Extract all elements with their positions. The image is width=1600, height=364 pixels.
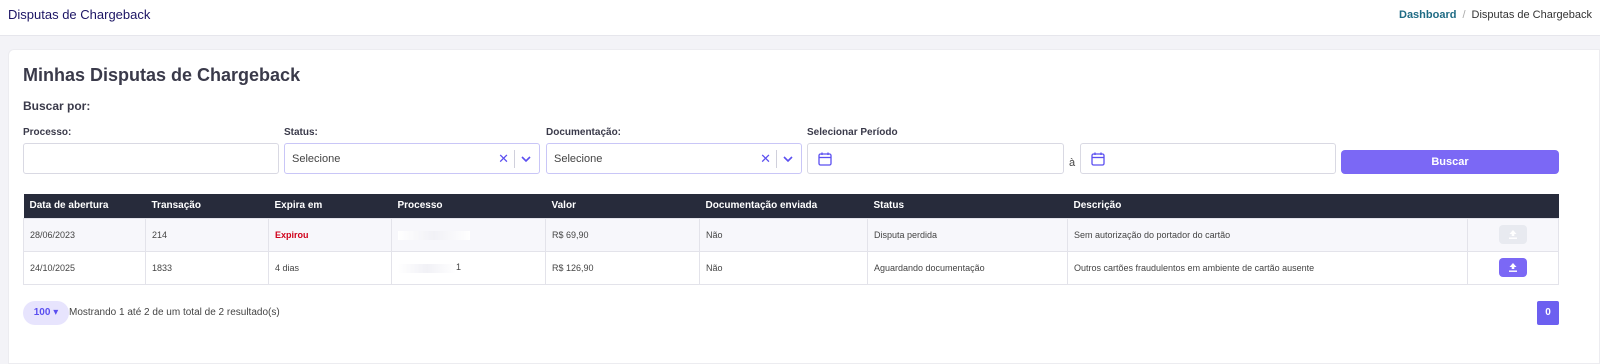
upload-icon [1509, 263, 1517, 272]
search-button[interactable]: Buscar [1341, 150, 1559, 174]
page-heading: Disputas de Chargeback [8, 7, 151, 22]
cell-descricao: Sem autorização do portador do cartão [1067, 217, 1468, 252]
status-chevron-down-icon[interactable] [519, 152, 533, 166]
upload-button-disabled [1499, 225, 1527, 244]
page-number-button[interactable]: 0 [1537, 301, 1559, 325]
cell-doc: Não [699, 250, 868, 285]
col-processo[interactable]: Processo [391, 194, 546, 218]
col-descricao[interactable]: Descrição [1067, 194, 1468, 218]
documentacao-divider [776, 150, 777, 168]
cell-data: 28/06/2023 [23, 217, 146, 252]
cell-expira: 4 dias [268, 250, 392, 285]
status-divider [514, 150, 515, 168]
status-clear-icon[interactable]: ✕ [498, 151, 509, 167]
processo-label: Processo: [23, 127, 72, 138]
redacted-process [398, 230, 470, 240]
cell-processo [391, 217, 546, 252]
status-select-value: Selecione [292, 153, 341, 165]
breadcrumb: Dashboard / Disputas de Chargeback [1399, 9, 1592, 21]
search-by-label: Buscar por: [23, 99, 91, 113]
cell-transacao: 214 [145, 217, 269, 252]
card-title: Minhas Disputas de Chargeback [23, 65, 301, 85]
table-header-row: Data de abertura Transação Expira em Pro… [23, 194, 1559, 218]
documentacao-chevron-down-icon[interactable] [781, 152, 795, 166]
col-status[interactable]: Status [867, 194, 1068, 218]
status-select[interactable]: Selecione ✕ [284, 143, 540, 174]
processo-field[interactable] [23, 143, 279, 174]
page-size-select[interactable]: 100 ▾ [23, 301, 69, 325]
cell-transacao: 1833 [145, 250, 269, 285]
documentacao-label: Documentação: [546, 127, 622, 138]
breadcrumb-separator: / [1462, 9, 1466, 21]
table-row: 28/06/2023 214 Expirou R$ 69,90 Não Disp… [23, 217, 1559, 252]
period-start-field[interactable] [807, 143, 1064, 174]
calendar-icon[interactable] [817, 151, 833, 167]
col-data-abertura[interactable]: Data de abertura [23, 194, 146, 218]
cell-valor: R$ 69,90 [545, 217, 700, 252]
cell-descricao: Outros cartões fraudulentos em ambiente … [1067, 250, 1468, 285]
breadcrumb-dashboard-link[interactable]: Dashboard [1399, 9, 1456, 21]
breadcrumb-current: Disputas de Chargeback [1471, 9, 1592, 21]
cell-status: Aguardando documentação [867, 250, 1068, 285]
cell-processo: 1 [391, 250, 546, 285]
cell-action [1467, 250, 1559, 285]
col-valor[interactable]: Valor [545, 194, 700, 218]
col-documentacao-enviada[interactable]: Documentação enviada [699, 194, 868, 218]
col-transacao[interactable]: Transação [145, 194, 269, 218]
period-end-field[interactable] [1080, 143, 1336, 174]
disputes-card: Minhas Disputas de Chargeback Buscar por… [8, 49, 1600, 364]
cell-doc: Não [699, 217, 868, 252]
cell-valor: R$ 126,90 [545, 250, 700, 285]
table-row: 24/10/2025 1833 4 dias 1 R$ 126,90 Não A… [23, 250, 1559, 285]
cell-action [1467, 217, 1559, 252]
upload-button[interactable] [1499, 258, 1527, 277]
col-expira-em[interactable]: Expira em [268, 194, 392, 218]
upload-icon [1509, 230, 1517, 239]
cell-data: 24/10/2025 [23, 250, 146, 285]
periodo-label: Selecionar Período [807, 127, 898, 138]
period-separator: à [1069, 157, 1076, 169]
page-size-value: 100 [33, 307, 51, 318]
pagination-info: Mostrando 1 até 2 de um total de 2 resul… [69, 307, 280, 318]
cell-status: Disputa perdida [867, 217, 1068, 252]
documentacao-select[interactable]: Selecione ✕ [546, 143, 802, 174]
status-label: Status: [284, 127, 318, 138]
top-bar: Disputas de Chargeback Dashboard / Dispu… [0, 0, 1600, 36]
documentacao-select-value: Selecione [554, 153, 603, 165]
disputes-table: Data de abertura Transação Expira em Pro… [23, 194, 1559, 285]
redacted-process [398, 263, 456, 273]
documentacao-clear-icon[interactable]: ✕ [760, 151, 771, 167]
processo-input[interactable] [24, 144, 278, 173]
col-actions [1467, 194, 1559, 218]
calendar-icon[interactable] [1090, 151, 1106, 167]
cell-expira: Expirou [268, 217, 392, 252]
process-suffix: 1 [456, 262, 462, 273]
